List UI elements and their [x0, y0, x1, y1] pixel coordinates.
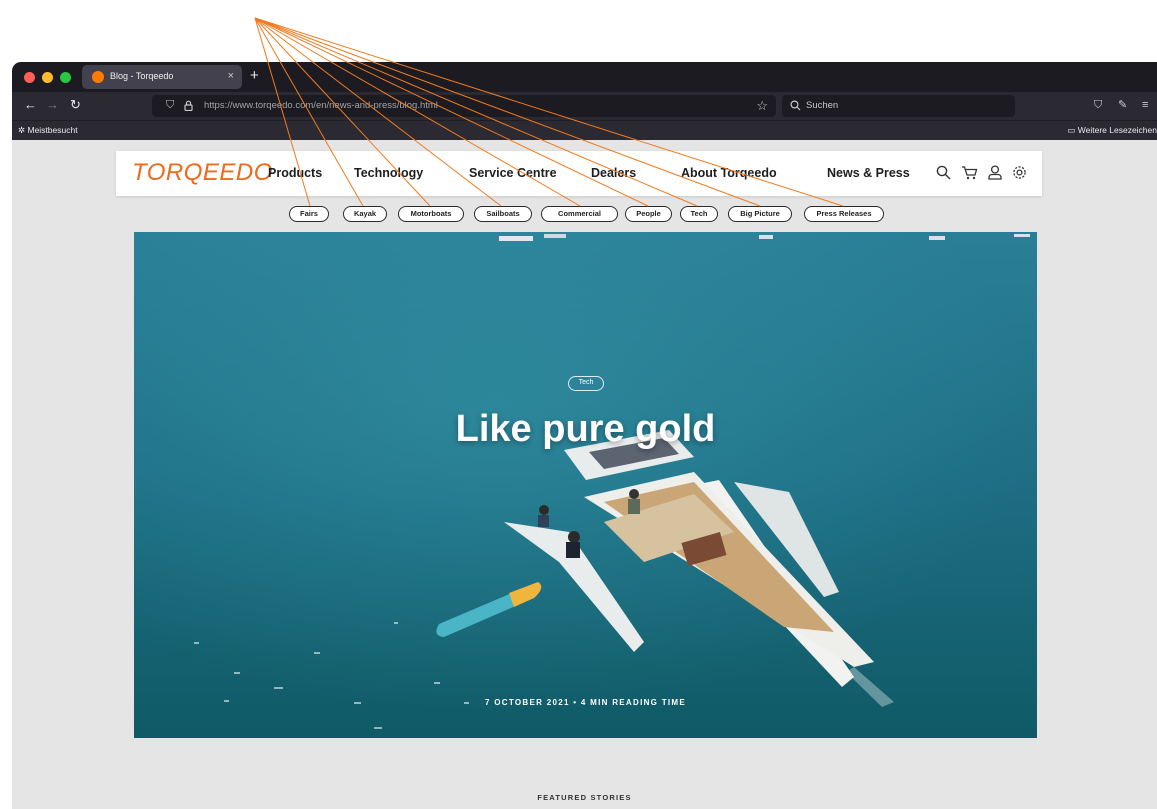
nav-about[interactable]: About Torqeedo — [681, 166, 777, 180]
browser-tab[interactable]: Blog - Torqeedo × — [82, 65, 242, 89]
bookmark-other[interactable]: ▭ Weitere Lesezeichen — [1067, 125, 1157, 136]
minimize-window-button[interactable] — [42, 72, 53, 83]
nav-technology[interactable]: Technology — [354, 166, 423, 180]
reload-icon[interactable]: ↻ — [70, 98, 81, 112]
filter-big-picture[interactable]: Big Picture — [728, 206, 792, 222]
url-text: https://www.torqeedo.com/en/news-and-pre… — [204, 100, 438, 111]
menu-icon[interactable]: ≡ — [1142, 98, 1148, 112]
nav-service-centre[interactable]: Service Centre — [469, 166, 557, 180]
screenshot-stage: Blog - Torqeedo × + ← → ↻ ⛉ https://www.… — [0, 0, 1157, 809]
pocket-icon[interactable]: ⛉ — [1094, 98, 1102, 112]
close-window-button[interactable] — [24, 72, 35, 83]
filter-commercial[interactable]: Commercial — [541, 206, 618, 222]
filter-kayak[interactable]: Kayak — [343, 206, 387, 222]
star-icon[interactable]: ☆ — [756, 98, 768, 114]
nav-news-press[interactable]: News & Press — [827, 166, 910, 180]
nav-products[interactable]: Products — [268, 166, 322, 180]
search-bar[interactable]: Suchen — [782, 95, 1015, 117]
bookmark-label: Weitere Lesezeichen — [1077, 125, 1157, 135]
featured-stories-heading: FEATURED STORIES — [537, 793, 632, 802]
gear-icon: ✲ — [18, 125, 26, 135]
back-icon[interactable]: ← — [24, 98, 37, 112]
bookmark-most-visited[interactable]: ✲ Meistbesucht — [18, 125, 78, 136]
bookmark-label: Meistbesucht — [27, 125, 78, 135]
maximize-window-button[interactable] — [60, 72, 71, 83]
bookmarks-bar: ✲ Meistbesucht ▭ Weitere Lesezeichen — [12, 120, 1157, 140]
shield-icon[interactable]: ⛉ — [166, 99, 174, 112]
category-filters: Fairs Kayak Motorboats Sailboats Commerc… — [12, 206, 1157, 222]
filter-people[interactable]: People — [625, 206, 672, 222]
site-header: TORQEEDO Products Technology Service Cen… — [116, 151, 1042, 196]
forward-icon[interactable]: → — [46, 98, 59, 112]
address-bar[interactable]: ⛉ https://www.torqeedo.com/en/news-and-p… — [152, 95, 776, 117]
nav-dealers[interactable]: Dealers — [591, 166, 636, 180]
hero-boat-image — [134, 232, 1037, 738]
hero-meta: 7 OCTOBER 2021 • 4 MIN READING TIME — [484, 698, 687, 707]
filter-press-releases[interactable]: Press Releases — [804, 206, 884, 222]
settings-icon[interactable] — [1012, 165, 1027, 180]
new-tab-icon[interactable]: + — [250, 68, 259, 84]
torqeedo-favicon-icon — [92, 71, 104, 83]
filter-motorboats[interactable]: Motorboats — [398, 206, 464, 222]
hero-tag[interactable]: Tech — [568, 376, 604, 391]
folder-icon: ▭ — [1067, 125, 1076, 135]
torqeedo-logo[interactable]: TORQEEDO — [132, 159, 273, 187]
browser-toolbar: ← → ↻ ⛉ https://www.torqeedo.com/en/news… — [12, 92, 1157, 120]
filter-fairs[interactable]: Fairs — [289, 206, 329, 222]
hero-banner[interactable]: Tech Like pure gold 7 OCTOBER 2021 • 4 M… — [134, 232, 1037, 738]
hero-title[interactable]: Like pure gold — [134, 408, 1037, 451]
filter-sailboats[interactable]: Sailboats — [474, 206, 532, 222]
search-icon[interactable] — [936, 165, 951, 180]
tab-close-icon[interactable]: × — [228, 69, 234, 83]
lock-icon — [184, 100, 193, 111]
search-icon — [790, 100, 801, 111]
tab-title: Blog - Torqeedo — [110, 71, 174, 81]
search-placeholder: Suchen — [806, 100, 839, 111]
filter-tech[interactable]: Tech — [680, 206, 718, 222]
user-icon[interactable] — [988, 165, 1002, 180]
cart-icon[interactable] — [961, 165, 978, 180]
browser-window: Blog - Torqeedo × + ← → ↻ ⛉ https://www.… — [12, 62, 1157, 809]
extensions-icon[interactable]: ✎ — [1118, 98, 1127, 112]
tab-strip: Blog - Torqeedo × + — [12, 62, 1157, 92]
